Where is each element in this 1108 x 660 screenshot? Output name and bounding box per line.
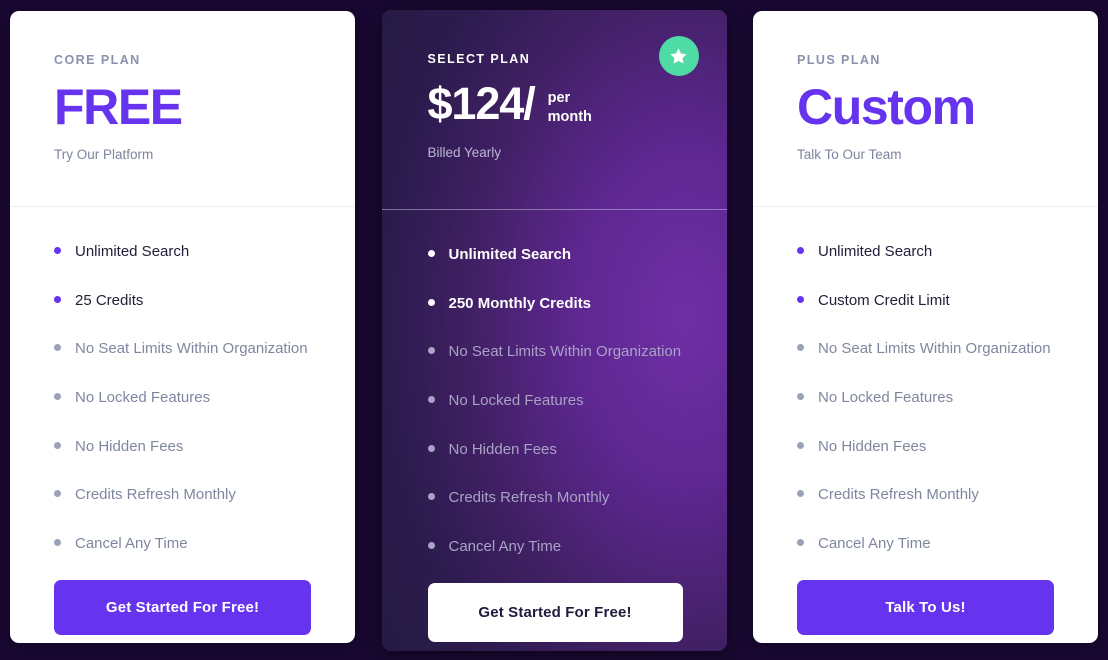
feature-label: Unlimited Search	[75, 243, 190, 260]
cta-wrapper: Talk To Us!	[797, 579, 1054, 643]
plan-subcaption: Talk To Our Team	[797, 147, 902, 162]
bullet-icon	[797, 344, 804, 352]
bullet-icon	[54, 539, 61, 547]
list-item: 250 Monthly Credits	[427, 291, 683, 318]
plan-period: per month	[547, 90, 592, 125]
bullet-icon	[54, 344, 61, 352]
plan-subcaption: Try Our Platform	[54, 147, 154, 162]
feature-label: No Seat Limits Within Organization	[448, 343, 682, 361]
plan-header: CORE PLAN FREE Try Our Platform	[10, 11, 355, 206]
bullet-icon	[797, 441, 804, 449]
list-item: No Seat Limits Within Organization	[54, 336, 311, 363]
list-item: Cancel Any Time	[54, 531, 311, 558]
bullet-icon	[54, 393, 61, 401]
bullet-icon	[427, 298, 435, 306]
list-item: No Locked Features	[427, 388, 683, 415]
plan-features: Unlimited Search 25 Credits No Seat Limi…	[10, 207, 355, 643]
list-item: No Hidden Fees	[797, 434, 1054, 461]
list-item: No Locked Features	[797, 385, 1054, 412]
feature-label: Cancel Any Time	[818, 535, 931, 553]
bullet-icon	[797, 539, 804, 547]
pricing-plans-container: CORE PLAN FREE Try Our Platform Unlimite…	[0, 0, 1108, 660]
list-item: Credits Refresh Monthly	[797, 482, 1054, 509]
bullet-icon	[797, 490, 804, 498]
feature-label: Unlimited Search	[818, 243, 933, 260]
bullet-icon	[427, 542, 435, 550]
pricing-card-select[interactable]: SELECT PLAN $124/ per month Billed Yearl…	[381, 10, 727, 651]
plan-price-row: FREE	[54, 82, 311, 133]
list-item: Credits Refresh Monthly	[54, 482, 311, 509]
bullet-icon	[797, 393, 804, 401]
list-item: No Hidden Fees	[54, 434, 311, 461]
star-icon	[670, 47, 687, 64]
cta-wrapper: Get Started For Free!	[54, 579, 311, 643]
bullet-icon	[797, 247, 804, 254]
bullet-icon	[427, 250, 435, 257]
plan-price-row: Custom	[797, 82, 1054, 133]
plan-header: SELECT PLAN $124/ per month Billed Yearl…	[382, 10, 727, 209]
list-item: No Seat Limits Within Organization	[797, 336, 1054, 363]
plan-price-row: $124/ per month	[428, 81, 683, 127]
list-item: Credits Refresh Monthly	[427, 485, 683, 512]
featured-badge	[658, 36, 699, 76]
feature-label: No Locked Features	[75, 389, 211, 407]
list-item: Cancel Any Time	[797, 531, 1054, 558]
cta-wrapper: Get Started For Free!	[427, 582, 683, 651]
feature-label: Custom Credit Limit	[818, 291, 950, 309]
list-item: Cancel Any Time	[427, 534, 683, 561]
pricing-card-plus[interactable]: PLUS PLAN Custom Talk To Our Team Unlimi…	[753, 11, 1098, 643]
bullet-icon	[427, 444, 435, 452]
get-started-button[interactable]: Get Started For Free!	[427, 582, 683, 642]
list-item: No Seat Limits Within Organization	[427, 339, 683, 366]
plan-features: Unlimited Search 250 Monthly Credits No …	[382, 210, 727, 651]
list-item: 25 Credits	[54, 288, 311, 315]
plan-features: Unlimited Search Custom Credit Limit No …	[753, 207, 1098, 643]
plan-eyebrow: SELECT PLAN	[427, 52, 531, 66]
talk-to-us-button[interactable]: Talk To Us!	[797, 579, 1054, 635]
feature-label: No Seat Limits Within Organization	[75, 340, 308, 358]
plan-price: Custom	[797, 79, 976, 135]
plan-eyebrow: CORE PLAN	[54, 53, 141, 67]
plan-subcaption: Billed Yearly	[427, 144, 502, 160]
bullet-icon	[54, 441, 61, 449]
feature-label: No Hidden Fees	[448, 440, 557, 458]
bullet-icon	[427, 493, 435, 501]
feature-label: No Seat Limits Within Organization	[818, 340, 1051, 358]
list-item: No Locked Features	[54, 385, 311, 412]
plan-eyebrow: PLUS PLAN	[797, 53, 881, 67]
feature-label: Credits Refresh Monthly	[448, 489, 610, 507]
feature-label: Unlimited Search	[448, 246, 572, 263]
feature-label: No Hidden Fees	[75, 437, 184, 455]
bullet-icon	[797, 295, 804, 303]
list-item: Unlimited Search	[797, 239, 1054, 266]
bullet-icon	[54, 490, 61, 498]
get-started-button[interactable]: Get Started For Free!	[54, 579, 311, 635]
bullet-icon	[427, 396, 435, 404]
plan-price: FREE	[54, 79, 183, 135]
feature-label: 250 Monthly Credits	[448, 294, 592, 312]
feature-label: Cancel Any Time	[75, 535, 188, 553]
plan-header: PLUS PLAN Custom Talk To Our Team	[753, 11, 1098, 206]
feature-label: Cancel Any Time	[448, 538, 562, 556]
list-item: No Hidden Fees	[427, 437, 683, 464]
feature-label: 25 Credits	[75, 291, 144, 309]
feature-label: No Locked Features	[818, 389, 954, 407]
list-item: Custom Credit Limit	[797, 288, 1054, 315]
bullet-icon	[54, 295, 61, 303]
feature-label: Credits Refresh Monthly	[75, 486, 236, 504]
feature-label: No Hidden Fees	[818, 437, 927, 455]
list-item: Unlimited Search	[427, 242, 683, 269]
feature-label: No Locked Features	[448, 392, 584, 410]
bullet-icon	[427, 347, 435, 355]
list-item: Unlimited Search	[54, 239, 311, 266]
bullet-icon	[54, 247, 61, 254]
plan-price: $124/	[427, 78, 536, 129]
pricing-card-core[interactable]: CORE PLAN FREE Try Our Platform Unlimite…	[10, 11, 355, 643]
feature-label: Credits Refresh Monthly	[818, 486, 979, 504]
